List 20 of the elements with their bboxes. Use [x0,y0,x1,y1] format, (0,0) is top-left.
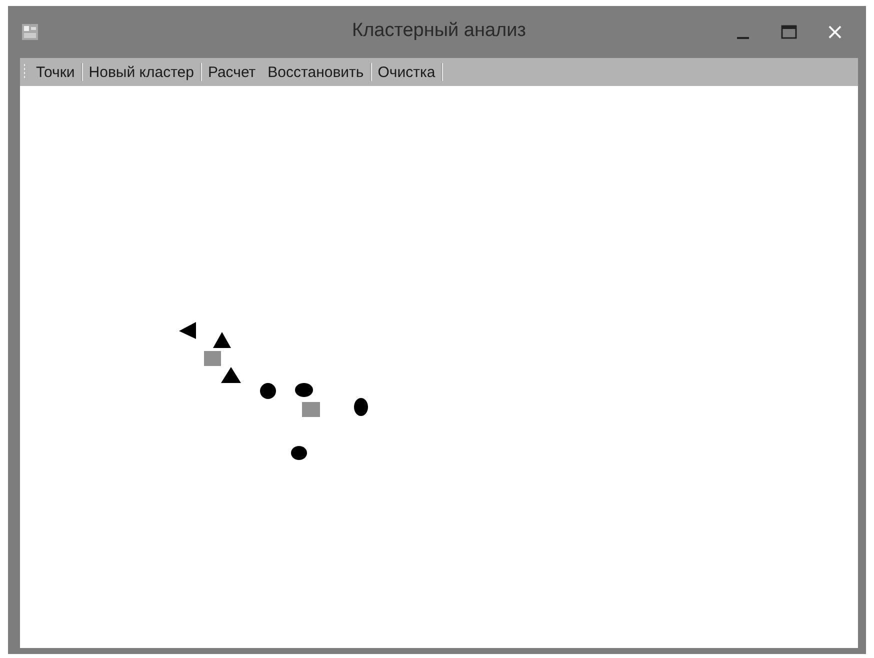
toolbar-button[interactable]: Новый кластер [82,60,200,84]
square-marker [302,402,320,417]
maximize-icon [781,25,797,39]
app-icon [22,24,38,40]
close-button[interactable]: × [812,15,858,49]
triangle-marker [221,367,241,383]
minimize-icon [737,37,749,39]
circle-marker [291,446,307,460]
circle-marker [295,383,313,397]
toolbar-button[interactable]: Восстановить [262,60,370,84]
triangle-marker [179,322,196,339]
toolbar-button[interactable]: Очистка [372,60,442,84]
grip-icon [23,63,26,81]
circle-marker [260,383,276,399]
circle-marker [354,398,368,416]
toolbar-button[interactable]: Точки [30,60,81,84]
window-title: Кластерный анализ [352,20,526,41]
triangle-marker [213,332,231,348]
toolbar-button[interactable]: Расчет [202,60,262,84]
square-marker [204,351,221,366]
